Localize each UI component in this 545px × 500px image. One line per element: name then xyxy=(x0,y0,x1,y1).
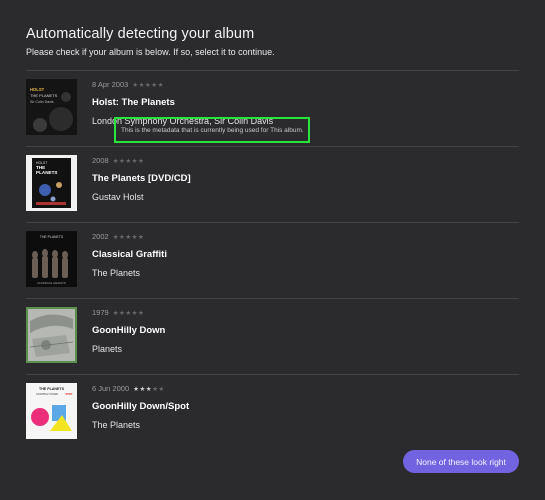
album-cover: THE PLANETS GOONHILLY DOWN SPOT xyxy=(26,383,77,439)
cover-text: THE PLANETS xyxy=(39,387,65,391)
album-info: 6 Jun 2000 ★★★★★ GoonHilly Down/Spot The… xyxy=(92,383,189,430)
album-result-row[interactable]: HOLST THE PLANETS Sir Colin Davis 8 Apr … xyxy=(26,71,519,147)
album-cover: THE PLANETS CLASSICAL GRAFFITI xyxy=(26,231,77,287)
page-subtitle: Please check if your album is below. If … xyxy=(26,47,275,57)
album-results-list: HOLST THE PLANETS Sir Colin Davis 8 Apr … xyxy=(26,70,519,451)
album-result-row[interactable]: HOLST THE PLANETS 2008 ★★★★★ The Planets… xyxy=(26,147,519,223)
cover-text: CLASSICAL GRAFFITI xyxy=(37,281,66,285)
current-metadata-highlight: This is the metadata that is currently b… xyxy=(114,117,310,143)
album-title: Classical Graffiti xyxy=(92,249,167,260)
album-title: Holst: The Planets xyxy=(92,97,175,108)
album-cover: HOLST THE PLANETS xyxy=(26,155,77,211)
album-cover: HOLST THE PLANETS Sir Colin Davis xyxy=(26,79,77,135)
album-title: The Planets [DVD/CD] xyxy=(92,173,191,184)
rating-stars: ★★★★★ xyxy=(112,309,145,317)
rating-stars: ★★★★★ xyxy=(132,81,164,89)
release-date: 2008 xyxy=(92,156,109,165)
release-date: 2002 xyxy=(92,232,109,241)
album-info: 2002 ★★★★★ Classical Graffiti The Planet… xyxy=(92,231,167,278)
album-result-row[interactable]: THE PLANETS GOONHILLY DOWN SPOT 6 Jun 20… xyxy=(26,375,519,451)
album-info: 1979 ★★★★★ GoonHilly Down Planets xyxy=(92,307,165,354)
release-date: 6 Jun 2000 xyxy=(92,384,130,393)
album-info: 2008 ★★★★★ The Planets [DVD/CD] Gustav H… xyxy=(92,155,191,202)
cover-text: THE PLANETS xyxy=(30,93,58,98)
rating-stars: ★★★★★ xyxy=(133,385,165,393)
album-artist: Gustav Holst xyxy=(92,192,144,202)
cover-text: PLANETS xyxy=(36,170,57,175)
page-title: Automatically detecting your album xyxy=(26,26,255,42)
current-metadata-note: This is the metadata that is currently b… xyxy=(121,126,304,134)
album-artist: The Planets xyxy=(92,420,141,430)
release-date: 8 Apr 2003 xyxy=(92,80,129,89)
rating-stars: ★★★★★ xyxy=(112,157,145,165)
album-title: GoonHilly Down xyxy=(92,325,166,336)
release-date: 1979 xyxy=(92,308,109,317)
cover-text: GOONHILLY DOWN xyxy=(36,393,58,396)
cover-text: SPOT xyxy=(65,392,72,396)
album-result-row[interactable]: THE PLANETS CLASSICAL GRAFFITI 2002 ★★★★… xyxy=(26,223,519,299)
none-of-these-button[interactable]: None of these look right xyxy=(403,450,519,473)
album-cover xyxy=(26,307,77,363)
cover-text: Sir Colin Davis xyxy=(30,100,54,104)
album-artist: The Planets xyxy=(92,268,141,278)
album-result-row[interactable]: 1979 ★★★★★ GoonHilly Down Planets xyxy=(26,299,519,375)
album-detection-page: Automatically detecting your album Pleas… xyxy=(0,0,545,500)
cover-text: THE PLANETS xyxy=(40,235,64,239)
album-artist: Planets xyxy=(92,344,123,354)
album-title: GoonHilly Down/Spot xyxy=(92,401,190,412)
cover-text: HOLST xyxy=(30,87,45,92)
rating-stars: ★★★★★ xyxy=(112,233,145,241)
